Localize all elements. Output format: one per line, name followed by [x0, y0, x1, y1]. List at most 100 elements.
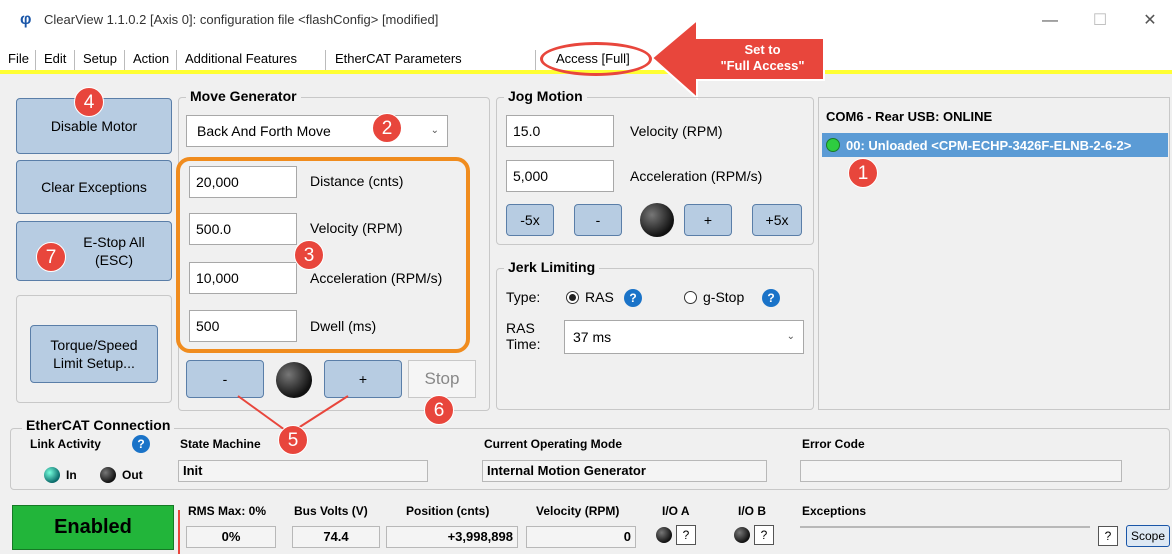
- menu-setup[interactable]: Setup: [83, 50, 117, 68]
- jog-accel-input[interactable]: 5,000: [506, 160, 614, 192]
- access-highlight-ellipse: [540, 42, 652, 76]
- menu-additional-features[interactable]: Additional Features: [185, 50, 297, 68]
- distance-input[interactable]: 20,000: [189, 166, 297, 198]
- velocity-label: Velocity (RPM): [536, 504, 620, 518]
- jog-status-indicator: [640, 203, 674, 237]
- maximize-button[interactable]: ☐: [1085, 10, 1115, 32]
- jog-plus5x-button[interactable]: +5x: [752, 204, 802, 236]
- enabled-status: Enabled: [12, 505, 174, 550]
- rms-value: 0%: [186, 526, 276, 548]
- scope-button[interactable]: Scope: [1126, 525, 1170, 547]
- bus-volts-label: Bus Volts (V): [294, 504, 368, 518]
- window-title: ClearView 1.1.0.2 [Axis 0]: configuratio…: [44, 12, 439, 27]
- link-in-label: In: [66, 468, 77, 482]
- velocity-input[interactable]: 500.0: [189, 213, 297, 245]
- menu-file[interactable]: File: [8, 50, 29, 68]
- move-mode-select[interactable]: Back And Forth Move ⌄: [186, 115, 448, 147]
- move-mode-value: Back And Forth Move: [197, 123, 331, 139]
- title-bar: φ ClearView 1.1.0.2 [Axis 0]: configurat…: [0, 0, 1172, 42]
- move-generator-title: Move Generator: [186, 88, 301, 104]
- menu-separator: [124, 50, 125, 70]
- error-code-label: Error Code: [802, 437, 865, 451]
- acceleration-label: Acceleration (RPM/s): [310, 270, 443, 286]
- ras-time-label: RAS Time:: [506, 320, 541, 352]
- gstop-radio[interactable]: [684, 291, 697, 304]
- app-window: φ ClearView 1.1.0.2 [Axis 0]: configurat…: [0, 0, 1172, 554]
- jog-minus5x-button[interactable]: -5x: [506, 204, 554, 236]
- exceptions-label: Exceptions: [802, 504, 867, 518]
- link-activity-label: Link Activity: [30, 437, 101, 451]
- operating-mode-value: Internal Motion Generator: [482, 460, 767, 482]
- link-out-indicator: [100, 467, 116, 483]
- ethercat-title: EtherCAT Connection: [22, 417, 175, 433]
- status-divider: [178, 510, 180, 554]
- acceleration-input[interactable]: 10,000: [189, 262, 297, 294]
- tree-node-label: 00: Unloaded <CPM-ECHP-3426F-ELNB-2-6-2>: [846, 138, 1132, 153]
- clearview-logo-icon: φ: [20, 11, 32, 28]
- ras-help-icon[interactable]: ?: [624, 289, 642, 307]
- menu-ethercat-parameters[interactable]: EtherCAT Parameters: [335, 50, 462, 68]
- online-status-icon: [826, 138, 840, 152]
- jerk-type-label: Type:: [506, 289, 541, 305]
- exceptions-value: [800, 526, 1090, 528]
- ras-radio[interactable]: [566, 291, 579, 304]
- jog-plus-button[interactable]: +: [684, 204, 732, 236]
- io-b-help-button[interactable]: ?: [754, 525, 774, 545]
- badge-7: 7: [36, 242, 66, 272]
- jog-velocity-input[interactable]: 15.0: [506, 115, 614, 147]
- link-out-label: Out: [122, 468, 143, 482]
- menu-separator: [74, 50, 75, 70]
- error-code-value: [800, 460, 1122, 482]
- torque-speed-limit-button[interactable]: Torque/Speed Limit Setup...: [30, 325, 158, 383]
- menu-edit[interactable]: Edit: [44, 50, 66, 68]
- jog-minus-button[interactable]: -: [574, 204, 622, 236]
- bus-volts-value: 74.4: [292, 526, 380, 548]
- io-b-label: I/O B: [738, 504, 767, 518]
- menu-separator: [325, 50, 326, 70]
- badge-1: 1: [848, 158, 878, 188]
- distance-label: Distance (cnts): [310, 173, 404, 189]
- menu-separator: [535, 50, 536, 70]
- chevron-down-icon: ⌄: [430, 125, 439, 136]
- menu-separator: [176, 50, 177, 70]
- link-activity-help-icon[interactable]: ?: [132, 435, 150, 453]
- link-in-indicator: [44, 467, 60, 483]
- ras-time-select[interactable]: 37 ms ⌄: [564, 320, 804, 354]
- jog-velocity-label: Velocity (RPM): [630, 123, 723, 139]
- clear-exceptions-button[interactable]: Clear Exceptions: [16, 160, 172, 214]
- chevron-down-icon: ⌄: [786, 331, 795, 342]
- gstop-help-icon[interactable]: ?: [762, 289, 780, 307]
- tree-header: COM6 - Rear USB: ONLINE: [826, 109, 993, 124]
- badge-6: 6: [424, 395, 454, 425]
- jog-motion-title: Jog Motion: [504, 88, 587, 104]
- position-value: +3,998,898: [386, 526, 518, 548]
- minimize-button[interactable]: —: [1035, 10, 1065, 32]
- exceptions-help-button[interactable]: ?: [1098, 526, 1118, 546]
- io-b-indicator: [734, 527, 750, 543]
- velocity-value: 0: [526, 526, 636, 548]
- ras-radio-label: RAS: [585, 289, 614, 305]
- io-a-label: I/O A: [662, 504, 690, 518]
- rms-label: RMS Max: 0%: [188, 504, 267, 518]
- badge-2: 2: [372, 113, 402, 143]
- velocity-label: Velocity (RPM): [310, 220, 403, 236]
- jog-accel-label: Acceleration (RPM/s): [630, 168, 763, 184]
- ras-time-value: 37 ms: [573, 329, 612, 345]
- position-label: Position (cnts): [406, 504, 490, 518]
- jerk-limiting-title: Jerk Limiting: [504, 259, 600, 275]
- dwell-label: Dwell (ms): [310, 318, 377, 334]
- io-a-indicator: [656, 527, 672, 543]
- io-a-help-button[interactable]: ?: [676, 525, 696, 545]
- dwell-input[interactable]: 500: [189, 310, 297, 342]
- operating-mode-label: Current Operating Mode: [484, 437, 623, 451]
- gstop-radio-label: g-Stop: [703, 289, 745, 305]
- menu-separator: [35, 50, 36, 70]
- badge-5: 5: [278, 425, 308, 455]
- badge-4: 4: [74, 87, 104, 117]
- menu-action[interactable]: Action: [133, 50, 169, 68]
- callout-text: Set to "Full Access": [720, 42, 805, 73]
- close-button[interactable]: ✕: [1135, 10, 1165, 32]
- badge-3: 3: [294, 240, 324, 270]
- stop-button[interactable]: Stop: [408, 360, 476, 398]
- state-machine-value: Init: [178, 460, 428, 482]
